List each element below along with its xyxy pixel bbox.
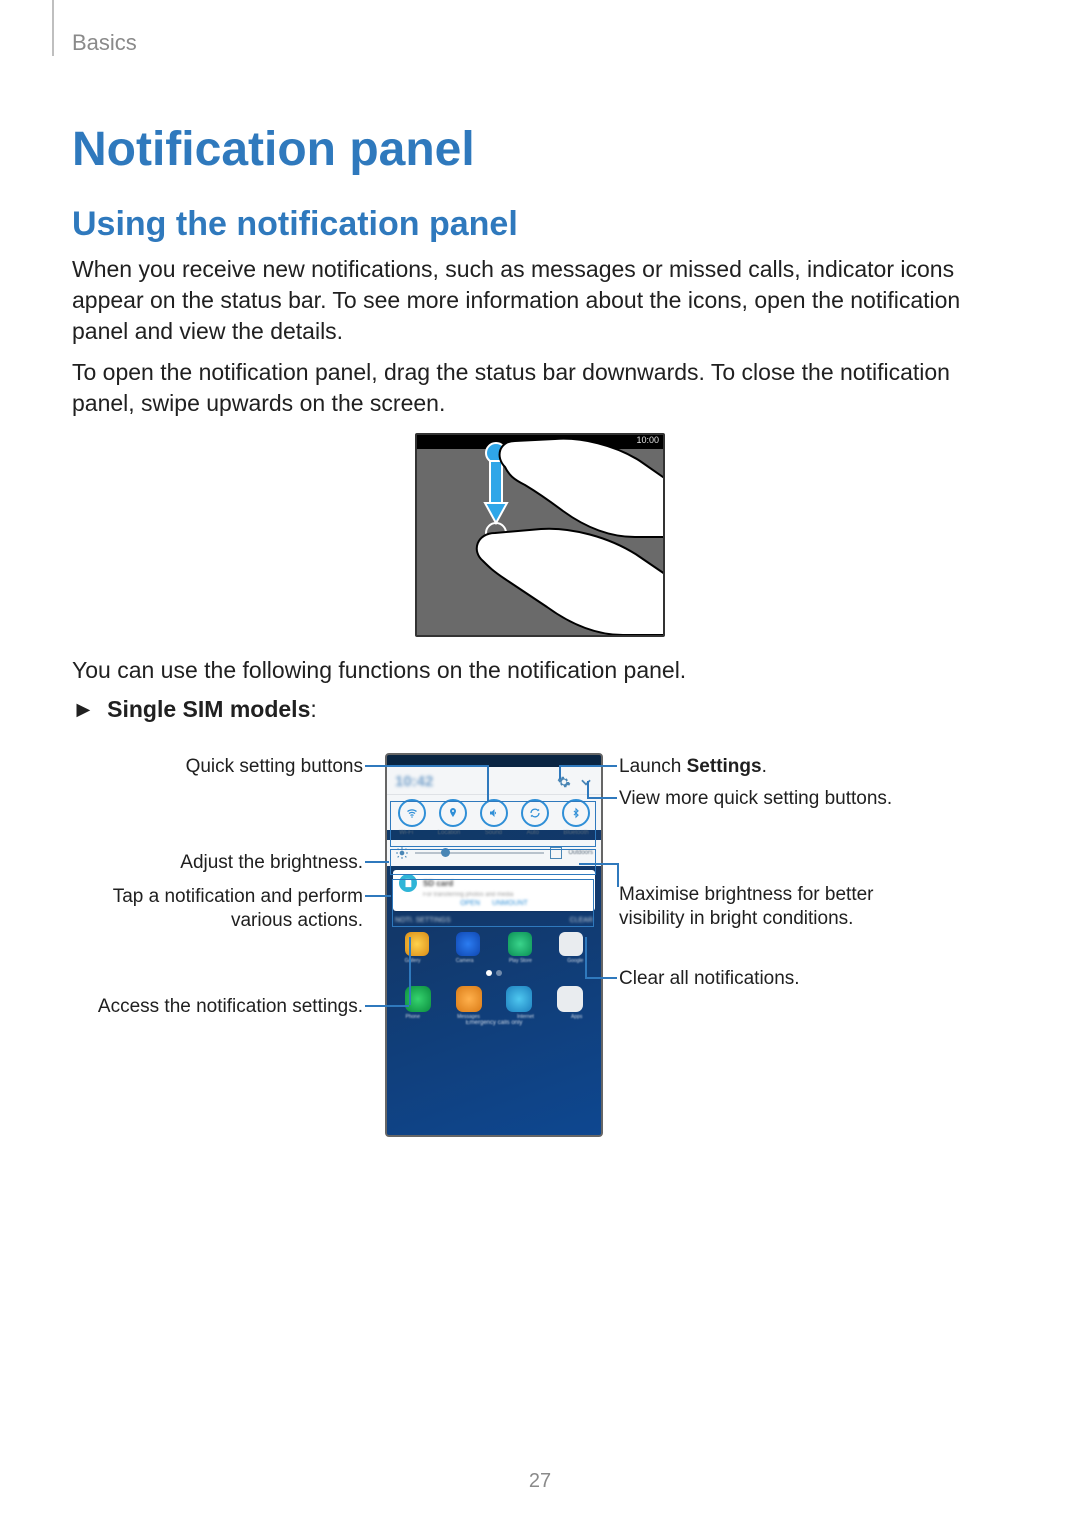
breadcrumb-rule: [52, 0, 54, 56]
body-paragraph-1: When you receive new notifications, such…: [72, 254, 1008, 347]
callout-clear-all: Clear all notifications.: [619, 967, 959, 991]
callout-quick-settings: Quick setting buttons: [95, 755, 363, 779]
qs-wifi-icon[interactable]: [398, 799, 426, 827]
qs-sound-icon[interactable]: [480, 799, 508, 827]
bullet-marker-icon: ►: [72, 696, 95, 723]
outdoors-checkbox[interactable]: [550, 847, 562, 859]
clear-link[interactable]: CLEAR: [570, 917, 593, 924]
phone-body: 10:42: [385, 753, 603, 1137]
panel-header: 10:42: [387, 767, 601, 795]
callout-brightness: Adjust the brightness.: [95, 851, 363, 875]
quick-settings-row: [387, 795, 601, 830]
dock-row: [387, 980, 601, 1014]
bullet-single-sim: ► Single SIM models:: [72, 696, 1008, 723]
dock-internet-icon[interactable]: [506, 986, 532, 1012]
outdoors-label: Outdoors: [568, 850, 593, 856]
dock-messages-icon[interactable]: [456, 986, 482, 1012]
home-page-indicator: [387, 968, 601, 980]
callout-max-brightness: Maximise brightness for better visibilit…: [619, 883, 959, 931]
notification-card[interactable]: SD card For transferring photos and medi…: [393, 870, 595, 911]
home-apps-row: [387, 926, 601, 958]
panel-time: 10:42: [395, 773, 433, 790]
sdcard-icon: [399, 874, 417, 892]
dock-apps-icon[interactable]: [557, 986, 583, 1012]
qs-rotate-icon[interactable]: [521, 799, 549, 827]
brightness-slider[interactable]: [415, 852, 544, 854]
app-playstore-icon[interactable]: [508, 932, 532, 956]
panel-footer: NOTI. SETTINGS CLEAR: [387, 915, 601, 926]
hand-bottom-icon: [463, 515, 665, 637]
qs-bluetooth-icon[interactable]: [562, 799, 590, 827]
qs-location-icon[interactable]: [439, 799, 467, 827]
callout-more-qs: View more quick setting buttons.: [619, 787, 959, 811]
callout-launch-settings: Launch Settings.: [619, 755, 959, 779]
figure-pulldown-gesture: 10:00: [415, 433, 665, 637]
figure-notification-panel: 10:42: [95, 735, 985, 1155]
bullet-label: Single SIM models: [107, 696, 310, 722]
quick-settings-labels: Wi-FiLocationSoundAutoBluetooth: [387, 830, 601, 840]
brightness-icon: [395, 846, 409, 860]
notif-settings-link[interactable]: NOTI. SETTINGS: [395, 917, 451, 924]
chevron-down-icon[interactable]: [579, 775, 593, 789]
brightness-row: Outdoors: [387, 840, 601, 866]
callout-tap-notification: Tap a notification and perform various a…: [95, 885, 363, 933]
page-number: 27: [0, 1470, 1080, 1493]
breadcrumb-section: Basics: [72, 30, 137, 56]
app-camera-icon[interactable]: [456, 932, 480, 956]
page-title: Notification panel: [72, 122, 1008, 177]
body-paragraph-2: To open the notification panel, drag the…: [72, 357, 1008, 419]
app-google-icon[interactable]: [559, 932, 583, 956]
callout-notif-settings: Access the notification settings.: [95, 995, 363, 1019]
body-paragraph-3: You can use the following functions on t…: [72, 655, 1008, 686]
section-title: Using the notification panel: [72, 205, 1008, 244]
